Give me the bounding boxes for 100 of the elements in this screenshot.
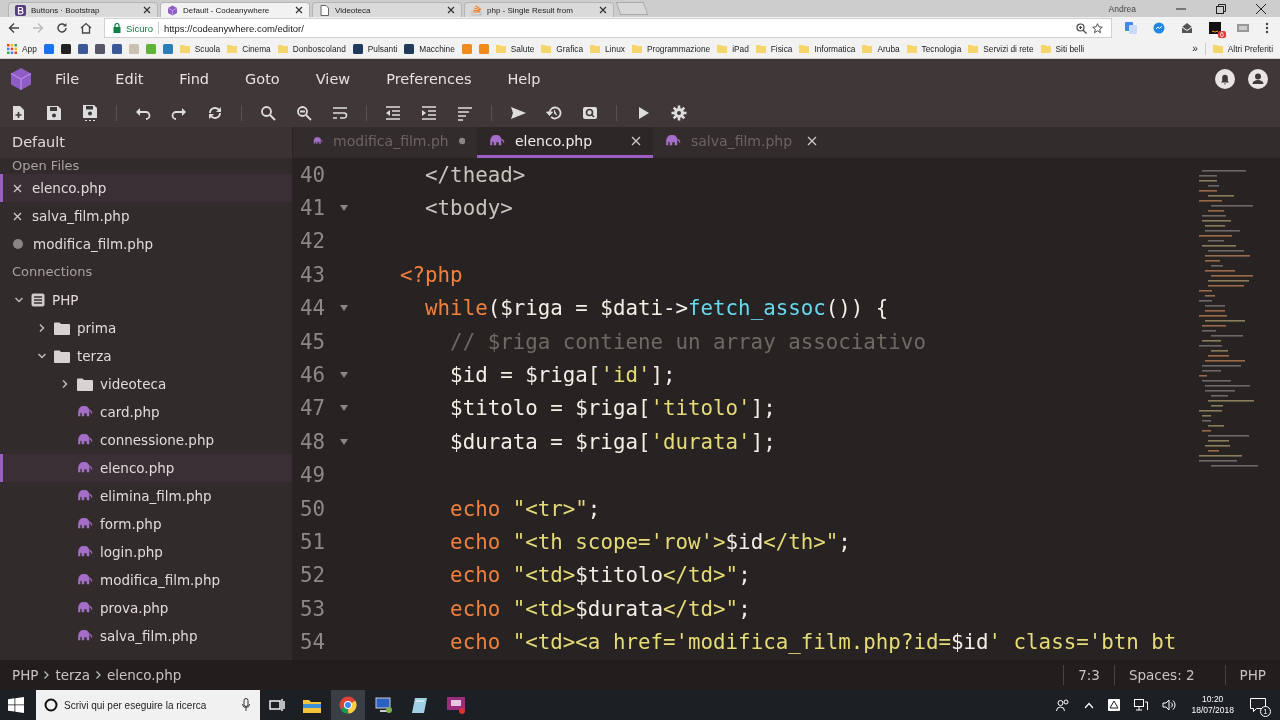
menu-item[interactable]: Preferences [368,71,490,87]
close-icon[interactable] [599,6,607,14]
overflow-button[interactable]: » [1192,43,1198,54]
reload-icon[interactable] [56,22,68,34]
history-icon[interactable] [546,105,562,121]
chevron-down-icon[interactable] [37,351,47,361]
open-file-item[interactable]: salva_film.php [0,202,292,230]
bookmark[interactable]: iPad [717,43,749,54]
tree-item[interactable]: login.php [0,538,292,566]
tree-item[interactable]: card.php [0,398,292,426]
action-center-icon[interactable] [1250,698,1266,712]
browser-tab[interactable]: Videoteca [312,2,462,17]
fold-arrow-icon[interactable] [339,437,349,446]
translate-icon[interactable] [1125,22,1137,34]
drive-icon[interactable] [1108,699,1121,711]
site-icon[interactable] [111,43,122,54]
back-icon[interactable] [8,22,20,34]
fold-arrow-icon[interactable] [339,204,349,213]
cursor-position[interactable]: 7:3 [1063,665,1114,685]
star-icon[interactable] [1092,22,1103,34]
site-icon[interactable] [94,43,105,54]
settings-icon[interactable] [671,105,687,121]
clock-time[interactable]: 10:20 [1202,694,1224,705]
bookmark[interactable]: Pulsanti [352,43,398,54]
bookmark[interactable]: App [7,43,37,54]
windows-icon[interactable] [8,697,24,713]
menu-item[interactable]: File [37,71,98,87]
wrap-icon[interactable] [332,105,348,121]
align-left-icon[interactable] [457,105,473,121]
search-field[interactable]: Scrivi qui per eseguire la ricerca [36,690,260,720]
zoom-icon[interactable] [1076,22,1087,34]
language-mode[interactable]: PHP [1224,665,1280,685]
redo-icon[interactable] [171,105,187,121]
minimap-drawing[interactable] [1199,170,1258,467]
bookmark[interactable]: Cinema [227,43,271,54]
close-icon[interactable] [1256,3,1266,14]
volume-icon[interactable] [1162,699,1177,711]
profile-name[interactable]: Andrea [1108,3,1136,14]
save-icon[interactable] [46,105,62,121]
tree-item[interactable]: prima [0,314,292,342]
search-icon[interactable] [260,105,276,121]
menu-item[interactable]: Goto [227,71,298,87]
home-icon[interactable] [80,22,92,34]
chevron-right-icon[interactable] [37,323,47,333]
bookmark[interactable]: Altri Preferiti [1212,43,1273,54]
microphone-icon[interactable] [242,698,250,711]
more-icon[interactable] [1265,22,1269,34]
chevron-down-icon[interactable] [14,295,24,305]
refresh-icon[interactable] [207,105,223,121]
bookmark[interactable]: Aruba [862,43,900,54]
bookmark[interactable]: Servizi di rete [968,43,1034,54]
save-all-icon[interactable] [82,105,98,121]
fold-arrow-icon[interactable] [339,304,349,313]
app-logo-icon[interactable] [9,67,33,91]
indentation-setting[interactable]: Spaces: 2 [1113,665,1225,685]
tree-item[interactable]: videoteca [0,370,292,398]
send-icon[interactable] [510,105,526,121]
tree-item[interactable]: modifica_film.php [0,566,292,594]
open-file-item[interactable]: modifica_film.php [0,230,292,258]
breadcrumb-item[interactable]: terza [55,667,90,683]
editor-tab[interactable]: elenco.php [477,127,653,158]
menu-item[interactable]: View [297,71,369,87]
bookmark[interactable]: Informatica [799,43,856,54]
fold-arrow-icon[interactable] [339,371,349,380]
chevron-right-icon[interactable] [60,379,70,389]
bell-icon[interactable] [1215,69,1235,89]
tree-item[interactable]: form.php [0,510,292,538]
close-icon[interactable] [143,6,151,14]
envelope-icon[interactable] [1181,22,1193,34]
close-icon[interactable] [295,6,303,14]
browser-icon[interactable] [331,690,365,720]
bookmark[interactable]: Siti belli [1040,43,1085,54]
bookmark[interactable]: Macchine [404,43,455,54]
bookmark[interactable]: Grafica [541,43,584,54]
fold-arrow-icon[interactable] [339,404,349,413]
people-icon[interactable] [1056,698,1071,712]
extension-icon[interactable] [1237,22,1249,34]
extension-icon[interactable] [1209,22,1221,34]
clock-date[interactable]: 18/07/2018 [1191,705,1234,716]
site-icon[interactable] [60,43,71,54]
bookmark[interactable]: Linux [590,43,625,54]
tree-item[interactable]: salva_film.php [0,622,292,650]
preview-icon[interactable] [582,105,598,121]
network-icon[interactable] [1134,699,1149,711]
new-file-icon[interactable] [10,105,26,121]
bookmark[interactable]: Salute [495,43,535,54]
bookmark[interactable]: Scuola [179,43,221,54]
browser-tab[interactable]: Default - Codeanywhere [160,2,310,17]
site-icon[interactable] [77,43,88,54]
bookmark[interactable]: Fisica [755,43,793,54]
browser-tab[interactable]: php - Single Result from [464,2,614,17]
messenger-icon[interactable] [1153,22,1165,34]
menu-item[interactable]: Find [161,71,228,87]
menu-item[interactable]: Edit [97,71,162,87]
tree-item[interactable]: prova.php [0,594,292,622]
tree-item[interactable]: elimina_film.php [0,482,292,510]
open-file-item[interactable]: elenco.php [0,174,292,202]
menu-item[interactable]: Help [489,71,559,87]
indent-icon[interactable] [421,105,437,121]
browser-tab[interactable]: Buttons · Bootstrap [8,2,158,17]
